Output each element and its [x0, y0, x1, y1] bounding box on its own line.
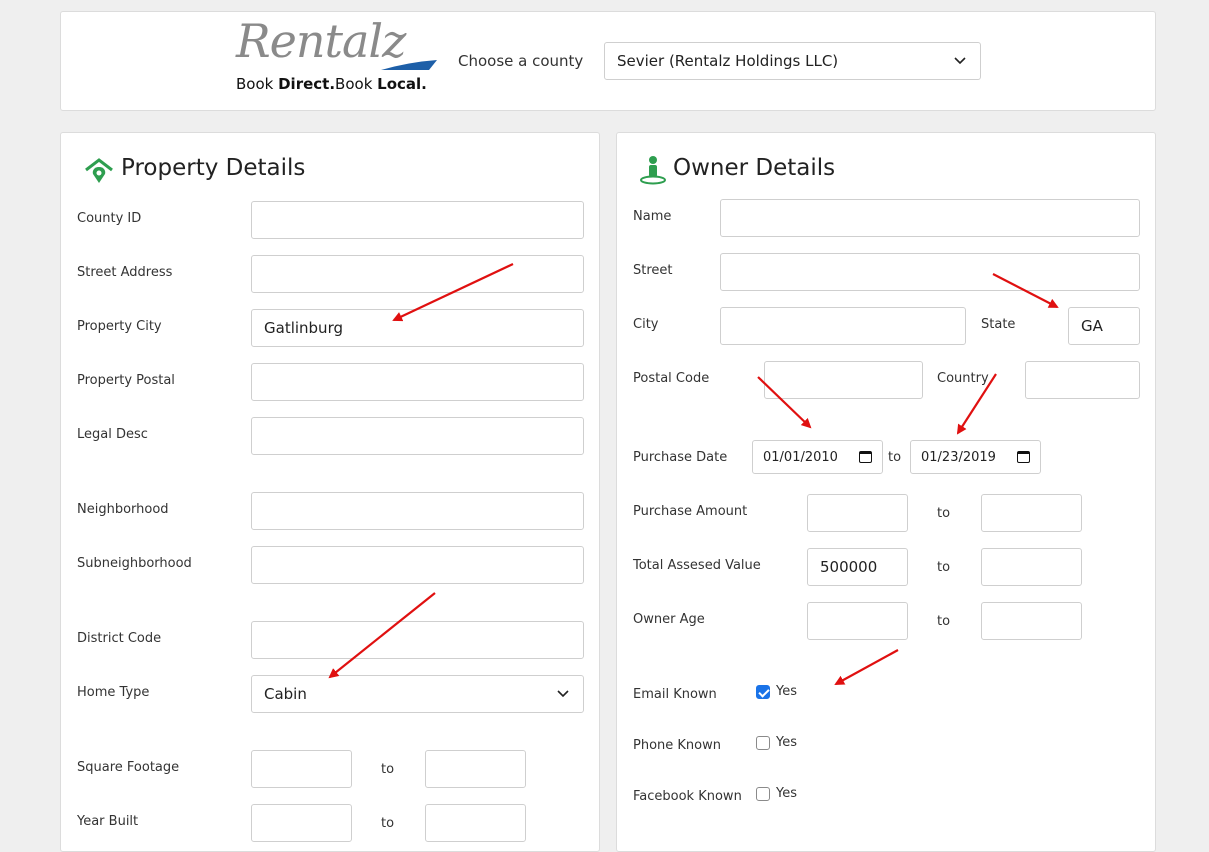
- arrow-home-type-icon: [328, 592, 436, 679]
- arrow-purchase-to-icon: [956, 373, 997, 435]
- arrow-email-known-icon: [834, 649, 899, 685]
- arrow-city-icon: [392, 263, 514, 322]
- arrow-purchase-from-icon: [757, 376, 812, 429]
- arrow-state-icon: [992, 273, 1059, 308]
- annotation-arrows-overlay: [328, 263, 1059, 685]
